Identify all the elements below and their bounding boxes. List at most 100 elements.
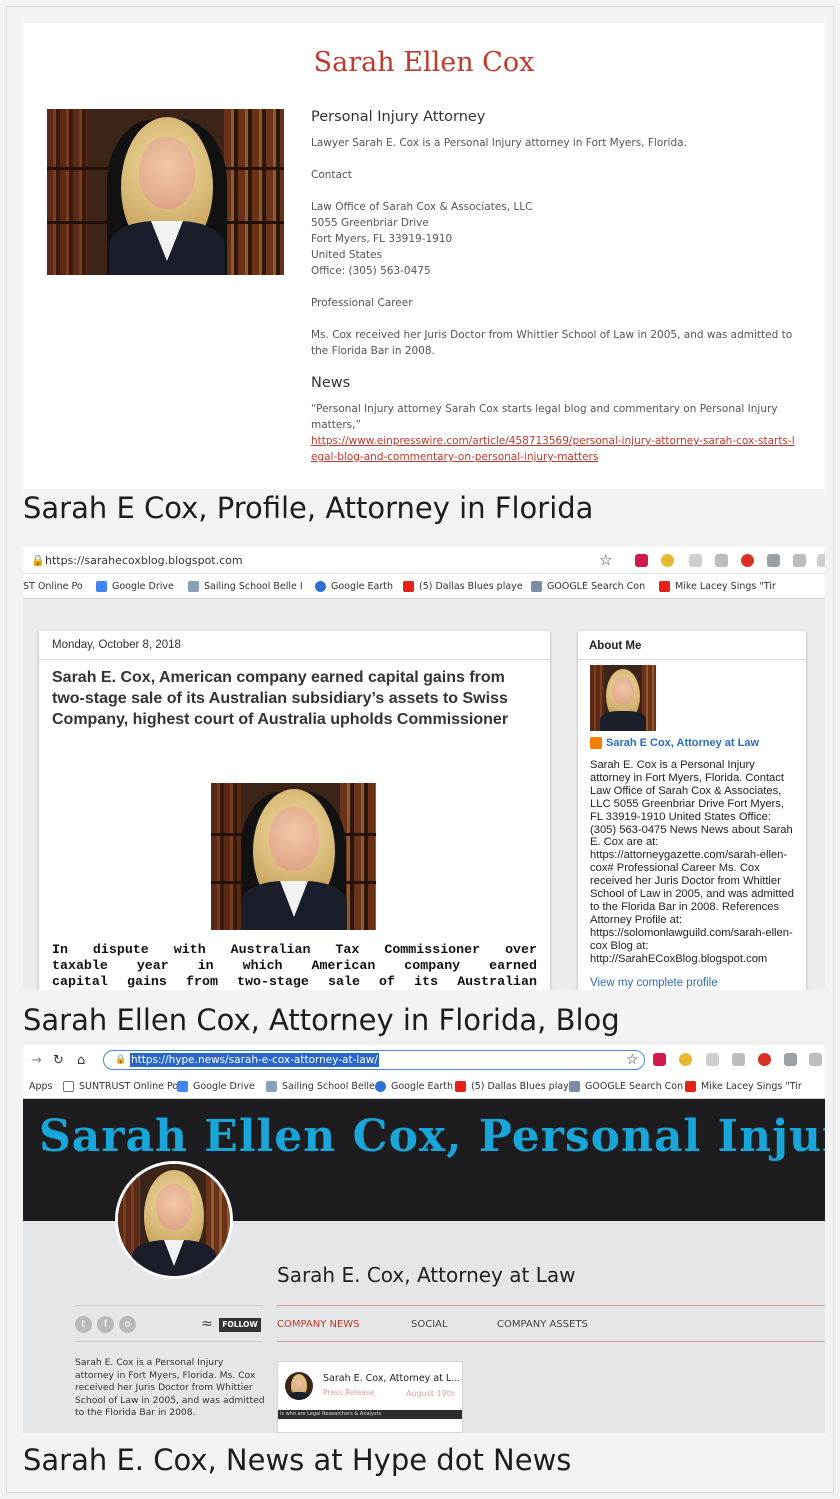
- divider: [277, 1341, 825, 1342]
- blog-post: Monday, October 8, 2018 Sarah E. Cox, Am…: [39, 631, 550, 990]
- divider: [277, 1305, 825, 1306]
- divider: [578, 659, 806, 660]
- bookmark-label: GOOGLE Search Con: [585, 1081, 684, 1092]
- bookmark-label: Mike Lacey Sings "Tir: [675, 580, 776, 592]
- youtube-icon: [455, 1081, 466, 1092]
- bookmark-item[interactable]: (5) Dallas Blues playe: [455, 1075, 575, 1098]
- address-bar: 🔒 https://sarahecoxblog.blogspot.com ☆: [23, 547, 825, 574]
- rss-icon[interactable]: ≈: [201, 1316, 213, 1332]
- address-line: 5055 Greenbriar Drive: [311, 217, 429, 229]
- globe-icon: [375, 1081, 386, 1092]
- google-icon: [96, 580, 107, 592]
- extension-icon[interactable]: [767, 554, 780, 567]
- forward-icon[interactable]: →: [31, 1045, 42, 1075]
- extension-icon[interactable]: [706, 1053, 719, 1066]
- youtube-icon: [685, 1081, 696, 1092]
- news-link[interactable]: https://www.einpresswire.com/article/458…: [311, 435, 795, 463]
- contact-label: Contact: [311, 169, 352, 181]
- follow-button[interactable]: FOLLOW: [219, 1318, 261, 1332]
- caption-hype-news: Sarah E. Cox, News at Hype dot News: [23, 1443, 572, 1477]
- google-icon: [177, 1081, 188, 1092]
- address-line: Law Office of Sarah Cox & Associates, LL…: [311, 201, 533, 213]
- extension-icon[interactable]: [793, 554, 806, 567]
- reload-icon[interactable]: ↻: [53, 1045, 64, 1075]
- extension-icon[interactable]: [635, 554, 648, 567]
- extension-icon[interactable]: [653, 1053, 666, 1066]
- card-subtitle: Press Release: [323, 1388, 375, 1397]
- extension-icon[interactable]: [661, 554, 674, 567]
- bookmark-label: Google Drive: [112, 580, 174, 592]
- url-text[interactable]: https://sarahecoxblog.blogspot.com: [45, 547, 243, 573]
- folder-icon: [531, 580, 542, 592]
- extension-icon[interactable]: [809, 1053, 822, 1066]
- bookmark-label: GOOGLE Search Con: [547, 580, 646, 592]
- contact-address: Law Office of Sarah Cox & Associates, LL…: [311, 199, 801, 279]
- bookmarks-bar: Apps SUNTRUST Online Po Google Drive Sai…: [23, 1075, 825, 1099]
- bookmark-label: Google Drive: [193, 1081, 255, 1092]
- bookmark-item[interactable]: Google Drive: [96, 574, 174, 598]
- extension-icon[interactable]: [732, 1053, 745, 1066]
- blog-panel: 🔒 https://sarahecoxblog.blogspot.com ☆ S…: [23, 547, 825, 990]
- bookmark-item[interactable]: Sailing School Belle I: [266, 1075, 381, 1098]
- bookmark-item[interactable]: SUNTRUST Online Po: [63, 1075, 178, 1098]
- about-name-link[interactable]: Sarah E Cox, Attorney at Law: [590, 737, 759, 749]
- divider: [75, 1305, 263, 1306]
- profile-info: Personal Injury Attorney Lawyer Sarah E.…: [311, 109, 801, 465]
- about-me-widget: About Me Sarah E Cox, Attorney at Law Sa…: [578, 631, 806, 990]
- bookmark-label: Sailing School Belle I: [204, 580, 303, 592]
- home-icon[interactable]: ⌂: [77, 1045, 85, 1075]
- bookmark-item[interactable]: ST Online Po: [23, 574, 83, 598]
- divider: [75, 1341, 263, 1342]
- bookmark-item[interactable]: Google Earth: [375, 1075, 453, 1098]
- bookmark-item[interactable]: (5) Dallas Blues playe: [403, 574, 523, 598]
- star-icon[interactable]: ☆: [626, 1045, 639, 1075]
- extension-icon[interactable]: [784, 1053, 797, 1066]
- about-text: Sarah E. Cox is a Personal Injury attorn…: [590, 759, 794, 965]
- bookmark-item[interactable]: Mike Lacey Sings "Tir: [685, 1075, 802, 1098]
- card-title[interactable]: Sarah E. Cox, Attorney at L...: [323, 1373, 460, 1384]
- career-text: Ms. Cox received her Juris Doctor from W…: [311, 329, 793, 357]
- facebook-icon[interactable]: f: [97, 1316, 114, 1333]
- bookmark-item[interactable]: Sailing School Belle I: [188, 574, 303, 598]
- tab-company-assets[interactable]: COMPANY ASSETS: [497, 1319, 588, 1330]
- about-photo[interactable]: [590, 665, 656, 731]
- apps-button[interactable]: Apps: [29, 1075, 53, 1098]
- extension-icon[interactable]: [679, 1053, 692, 1066]
- extension-icon[interactable]: [689, 554, 702, 567]
- profile-panel: Sarah Ellen Cox Personal Injury Attorney…: [23, 23, 825, 489]
- post-body-line: capital gains from two-stage sale of its…: [52, 974, 537, 989]
- extension-icon[interactable]: [715, 554, 728, 567]
- extension-icon[interactable]: [817, 554, 825, 567]
- tab-social[interactable]: SOCIAL: [411, 1319, 448, 1330]
- caption-profile: Sarah E Cox, Profile, Attorney in Florid…: [23, 491, 594, 525]
- bookmark-item[interactable]: Google Earth: [315, 574, 393, 598]
- url-text-selected[interactable]: https://hype.news/sarah-e-cox-attorney-a…: [130, 1053, 379, 1067]
- card-strip: ls who are Legal Researchers & Analysts: [278, 1410, 462, 1419]
- bookmark-label: SUNTRUST Online Po: [79, 1081, 179, 1092]
- about-name: Sarah E Cox, Attorney at Law: [606, 737, 760, 749]
- tab-company-news[interactable]: COMPANY NEWS: [277, 1319, 360, 1330]
- card-date: August 19th: [406, 1389, 455, 1398]
- extension-icon[interactable]: [741, 554, 754, 567]
- bookmark-label: (5) Dallas Blues playe: [419, 580, 523, 592]
- blogger-icon: [590, 737, 602, 749]
- bookmark-item[interactable]: Mike Lacey Sings "Tir: [659, 574, 776, 598]
- bookmark-item[interactable]: GOOGLE Search Con: [569, 1075, 683, 1098]
- profile-bio: Sarah E. Cox is a Personal Injury attorn…: [75, 1357, 265, 1419]
- post-title[interactable]: Sarah E. Cox, American company earned ca…: [52, 667, 532, 730]
- star-icon[interactable]: ☆: [599, 547, 612, 573]
- instagram-icon[interactable]: o: [119, 1316, 136, 1333]
- view-profile-link[interactable]: View my complete profile: [590, 977, 718, 989]
- bookmark-item[interactable]: Google Drive: [177, 1075, 255, 1098]
- twitter-icon[interactable]: t: [75, 1316, 92, 1333]
- career-label: Professional Career: [311, 297, 413, 309]
- bookmark-item[interactable]: GOOGLE Search Con: [531, 574, 645, 598]
- post-body-line: taxable year in which American company e…: [52, 958, 537, 973]
- extension-icon[interactable]: [758, 1053, 771, 1066]
- profile-intro: Lawyer Sarah E. Cox is a Personal Injury…: [311, 137, 687, 149]
- post-body: In dispute with Australian Tax Commissio…: [52, 942, 537, 990]
- news-card[interactable]: Sarah E. Cox, Attorney at L... Press Rel…: [277, 1361, 463, 1433]
- about-heading: About Me: [589, 640, 642, 652]
- hype-news-panel: → ↻ ⌂ 🔒 https://hype.news/sarah-e-cox-at…: [23, 1045, 825, 1433]
- globe-icon: [315, 580, 326, 592]
